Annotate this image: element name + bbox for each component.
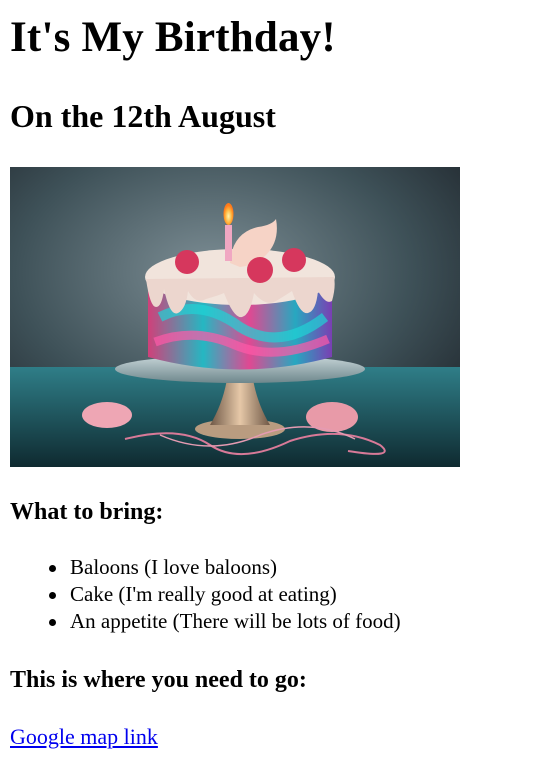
birthday-cake-image [10, 167, 460, 467]
google-map-link[interactable]: Google map link [10, 722, 158, 752]
list-item: Cake (I'm really good at eating) [49, 581, 540, 608]
event-date-heading: On the 12th August [10, 98, 276, 134]
page: It's My Birthday! On the 12th August Wha… [0, 0, 553, 772]
bring-list: Baloons (I love baloons) Cake (I'm reall… [0, 554, 540, 635]
list-item: An appetite (There will be lots of food) [49, 608, 540, 635]
directions-heading: This is where you need to go: [10, 667, 307, 693]
page-title: It's My Birthday! [10, 14, 336, 61]
list-item: Baloons (I love baloons) [49, 554, 540, 581]
what-to-bring-heading: What to bring: [10, 499, 164, 525]
